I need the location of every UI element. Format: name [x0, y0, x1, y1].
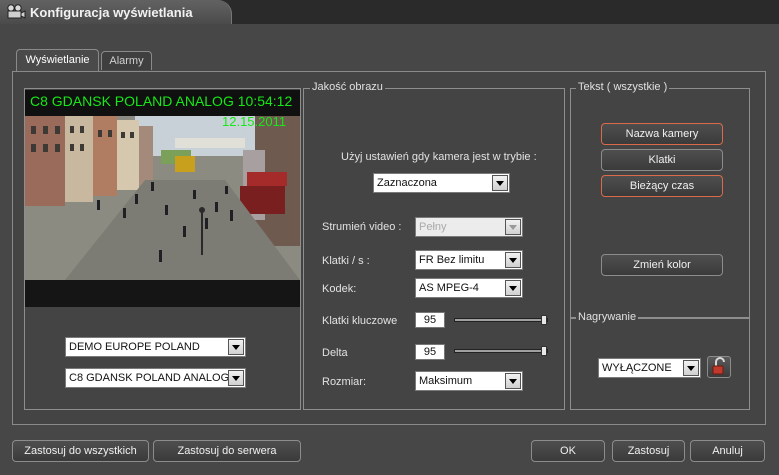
chevron-down-icon[interactable]: [683, 360, 699, 376]
camera-select-value: C8 GDANSK POLAND ANALOG: [69, 372, 230, 384]
stream-select-value: Pełny: [419, 221, 447, 233]
stream-select: Pełny: [415, 217, 523, 237]
fps-select[interactable]: FR Bez limitu: [415, 250, 523, 270]
delta-value[interactable]: 95: [415, 344, 445, 360]
codec-select[interactable]: AS MPEG-4: [415, 278, 523, 298]
delta-label: Delta: [322, 347, 348, 359]
keyframes-label: Klatki kluczowe: [322, 315, 398, 327]
chevron-down-icon[interactable]: [505, 280, 521, 296]
delta-slider[interactable]: [454, 346, 548, 356]
server-select[interactable]: DEMO EUROPE POLAND: [65, 337, 246, 357]
mode-select-value: Zaznaczona: [377, 177, 437, 189]
change-color-button[interactable]: Zmień kolor: [601, 254, 723, 276]
padlock-open-icon: [712, 357, 725, 375]
mode-select[interactable]: Zaznaczona: [373, 173, 510, 193]
size-select[interactable]: Maksimum: [415, 371, 523, 391]
frames-button[interactable]: Klatki: [601, 149, 723, 171]
mode-prompt: Użyj ustawień gdy kamera jest w trybie :: [341, 151, 537, 163]
camera-icon: [7, 4, 26, 19]
recording-select[interactable]: WYŁĄCZONE: [598, 358, 701, 378]
window-title: Konfiguracja wyświetlania: [30, 5, 193, 20]
title-tab: Konfiguracja wyświetlania: [0, 0, 232, 24]
apply-server-button[interactable]: Zastosuj do serwera: [153, 440, 301, 462]
chevron-down-icon: [505, 219, 521, 235]
keyframes-slider-thumb[interactable]: [541, 315, 547, 325]
title-bar: Konfiguracja wyświetlania: [0, 0, 779, 24]
osd-camera-time: C8 GDANSK POLAND ANALOG 10:54:12: [30, 93, 293, 109]
camera-name-button[interactable]: Nazwa kamery: [601, 123, 723, 145]
quality-panel-title: Jakość obrazu: [310, 81, 385, 93]
tab-alarms[interactable]: Alarmy: [101, 51, 152, 70]
size-label: Rozmiar:: [322, 376, 367, 388]
lock-button[interactable]: [707, 356, 731, 378]
fps-select-value: FR Bez limitu: [419, 254, 485, 266]
stream-label: Strumień video :: [322, 221, 402, 233]
codec-select-value: AS MPEG-4: [419, 282, 479, 294]
keyframes-slider[interactable]: [454, 315, 548, 325]
current-time-button[interactable]: Bieżący czas: [601, 175, 723, 197]
size-select-value: Maksimum: [419, 375, 473, 387]
chevron-down-icon[interactable]: [228, 339, 244, 355]
recording-panel-title: Nagrywanie: [576, 311, 639, 323]
chevron-down-icon[interactable]: [228, 370, 244, 386]
apply-button[interactable]: Zastosuj: [612, 440, 685, 462]
server-select-value: DEMO EUROPE POLAND: [69, 341, 200, 353]
ok-button[interactable]: OK: [531, 440, 605, 462]
apply-all-button[interactable]: Zastosuj do wszystkich: [12, 440, 149, 462]
delta-slider-thumb[interactable]: [541, 346, 547, 356]
cancel-button[interactable]: Anuluj: [690, 440, 765, 462]
chevron-down-icon[interactable]: [492, 175, 508, 191]
recording-select-value: WYŁĄCZONE: [602, 362, 672, 374]
camera-preview: C8 GDANSK POLAND ANALOG 10:54:12 12.15.2…: [25, 90, 300, 307]
codec-label: Kodek:: [322, 283, 357, 295]
quality-panel: Jakość obrazu: [303, 81, 565, 410]
osd-date: 12.15.2011: [222, 114, 287, 129]
camera-select[interactable]: C8 GDANSK POLAND ANALOG: [65, 368, 246, 388]
fps-label: Klatki / s :: [322, 255, 370, 267]
tab-display[interactable]: Wyświetlanie: [16, 49, 99, 72]
chevron-down-icon[interactable]: [505, 252, 521, 268]
keyframes-value[interactable]: 95: [415, 312, 445, 328]
camera-image: C8 GDANSK POLAND ANALOG 10:54:12 12.15.2…: [25, 90, 300, 280]
chevron-down-icon[interactable]: [505, 373, 521, 389]
text-panel-title: Tekst ( wszystkie ): [576, 81, 670, 93]
